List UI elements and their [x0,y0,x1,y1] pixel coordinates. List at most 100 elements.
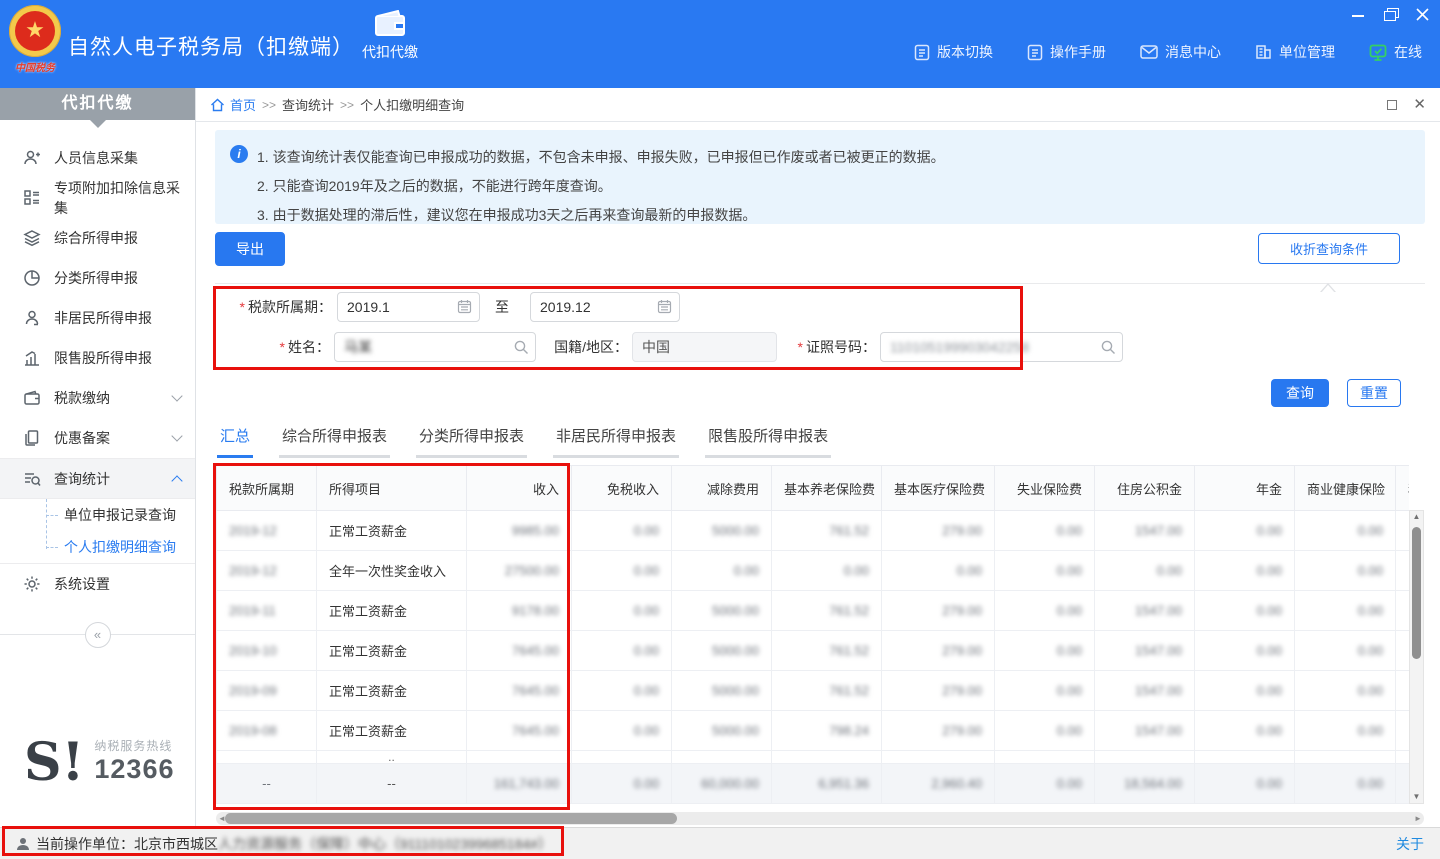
tab[interactable]: 分类所得申报表 [416,425,527,458]
table-head-row: 税款所属期所得项目收入免税收入减除费用基本养老保险费基本医疗保险费失业保险费住房… [217,466,1410,511]
brand-caption: 中国税务 [6,59,64,74]
module-tab-label: 代扣代缴 [346,42,434,62]
vertical-scrollbar[interactable]: ▲ ▼ [1409,510,1424,804]
table-row[interactable]: 2019-09正常工资薪金7645.000.005000.00761.52279… [217,671,1410,711]
collapse-sidebar-icon[interactable]: « [85,622,111,648]
sidebar-item-special-deduction[interactable]: 专项附加扣除信息采集 [0,178,195,218]
horizontal-scrollbar[interactable]: ◄ ► [216,812,1424,825]
table-row[interactable]: 2019-08正常工资薪金7645.000.005000.00798.24279… [217,711,1410,751]
menu-label: 版本切换 [937,42,993,62]
table-row[interactable]: 2019-10正常工资薪金7645.000.005000.00761.52279… [217,631,1410,671]
sidebar-item-classified-income[interactable]: 分类所得申报 [0,258,195,298]
tab[interactable]: 综合所得申报表 [279,425,390,458]
query-button[interactable]: 查询 [1271,379,1329,407]
vertical-scroll-thumb[interactable] [1412,527,1421,659]
reset-button[interactable]: 重置 [1347,379,1401,407]
app-header: ★ 中国税务 自然人电子税务局（扣缴端） 代扣代缴 版本切换 操作手册 消息中心 [0,0,1440,88]
window-minimize-icon[interactable] [1352,8,1366,20]
online-check-icon [1369,44,1387,61]
document-icon [914,44,930,61]
sidebar-item-label: 优惠备案 [54,428,110,448]
chevron-down-icon [171,390,182,401]
pane-restore-icon[interactable] [1387,100,1397,110]
pane-close-icon[interactable]: ✕ [1413,100,1426,110]
person-icon [22,308,42,328]
search-icon[interactable] [1100,339,1116,355]
table-row[interactable]: 2019-12正常工资薪金9985.000.005000.00761.52279… [217,511,1410,551]
app-title: 自然人电子税务局（扣缴端） [68,31,354,61]
sidebar-subitem-personal-withholding-query[interactable]: 个人扣缴明细查询 [0,531,195,563]
sidebar-item-label: 分类所得申报 [54,268,138,288]
window-close-icon[interactable] [1416,8,1430,20]
period-label: 税款所属期： [216,292,332,322]
chevron-down-icon [171,430,182,441]
tab[interactable]: 汇总 [217,425,253,458]
menu-manual[interactable]: 操作手册 [1027,42,1106,62]
results-table: 税款所属期所得项目收入免税收入减除费用基本养老保险费基本医疗保险费失业保险费住房… [215,465,1409,804]
caret-up-icon [1320,275,1336,292]
person-add-icon [22,148,42,168]
window-restore-icon[interactable] [1384,8,1398,20]
module-tab-withholding[interactable]: 代扣代缴 [346,10,434,82]
menu-label: 操作手册 [1050,42,1106,62]
table-row[interactable]: 2019-12全年一次性奖金收入27500.000.000.000.000.00… [217,551,1410,591]
sidebar: 代扣代缴 人员信息采集 专项附加扣除信息采集 综合所得申报 分类所得申报 非居民… [0,88,196,827]
wallet-icon [22,388,42,408]
current-org-visible: 北京市西城区 [134,834,218,854]
sidebar-item-label: 税款缴纳 [54,388,110,408]
calendar-icon[interactable] [457,299,473,315]
scroll-right-icon[interactable]: ► [1412,812,1424,825]
menu-version-switch[interactable]: 版本切换 [914,42,993,62]
period-from-input[interactable]: 2019.1 [337,292,480,322]
sidebar-item-label: 系统设置 [54,574,110,594]
menu-online-status[interactable]: 在线 [1369,42,1422,62]
column-header: 减除费用 [672,466,772,511]
horizontal-scroll-thumb[interactable] [225,813,677,824]
sidebar-item-tax-payment[interactable]: 税款缴纳 [0,378,195,418]
table-row-partial: .. [217,751,1410,764]
menu-label: 在线 [1394,42,1422,62]
notice-line: 2. 只能查询2019年及之后的数据，不能进行跨年度查询。 [257,172,1409,201]
id-number-input[interactable]: 110105199903042258 [880,332,1123,362]
table-row[interactable]: 2019-11正常工资薪金9178.000.005000.00761.52279… [217,591,1410,631]
about-link[interactable]: 关于 [1396,834,1424,854]
main-content: i 1. 该查询统计表仅能查询已申报成功的数据，不包含未申报、申报失败，已申报但… [196,122,1440,827]
range-to-label: 至 [492,292,512,322]
sidebar-item-preference-filing[interactable]: 优惠备案 [0,418,195,458]
column-header: 收入 [467,466,572,511]
hotline-number: 12366 [94,754,174,785]
pie-chart-icon [22,268,42,288]
sidebar-item-label: 专项附加扣除信息采集 [54,178,181,218]
user-icon [16,837,30,851]
nationality-input: 中国 [632,332,777,362]
window-controls [1352,6,1430,22]
tax-emblem-logo: ★ 中国税务 [6,5,64,85]
sidebar-subitem-org-declaration-query[interactable]: 单位申报记录查询 [0,499,195,531]
column-header: 商业健康保险 [1295,466,1396,511]
scroll-down-icon[interactable]: ▼ [1410,791,1423,803]
sidebar-item-query-statistics[interactable]: 查询统计 [0,458,195,498]
wallet-icon [346,10,434,37]
hotline-caption: 纳税服务热线 [94,737,174,754]
menu-message-center[interactable]: 消息中心 [1140,42,1221,62]
search-icon[interactable] [513,339,529,355]
column-header: 免税收入 [572,466,672,511]
sidebar-item-system-settings[interactable]: 系统设置 [0,564,195,604]
scroll-up-icon[interactable]: ▲ [1410,511,1423,523]
period-to-input[interactable]: 2019.12 [530,292,680,322]
menu-org-management[interactable]: 单位管理 [1255,42,1335,62]
name-input[interactable]: 马某 [334,332,536,362]
current-org-redacted: 人力资源服务（保障）中心（91110102399685184#） [218,834,552,854]
calendar-icon[interactable] [657,299,673,315]
tab[interactable]: 非居民所得申报表 [553,425,679,458]
sidebar-item-restricted-stock[interactable]: 限售股所得申报 [0,338,195,378]
sidebar-item-personnel-info[interactable]: 人员信息采集 [0,138,195,178]
sidebar-header: 代扣代缴 [0,88,195,120]
table-totals-row: ----161,743.000.0060,000.006,951.362,960… [217,764,1410,804]
sidebar-item-nonresident-income[interactable]: 非居民所得申报 [0,298,195,338]
sidebar-item-comprehensive-income[interactable]: 综合所得申报 [0,218,195,258]
tab[interactable]: 限售股所得申报表 [705,425,831,458]
export-button[interactable]: 导出 [215,232,285,266]
collapse-query-button[interactable]: 收折查询条件 [1258,233,1400,264]
breadcrumb-home[interactable]: 首页 [230,95,256,114]
